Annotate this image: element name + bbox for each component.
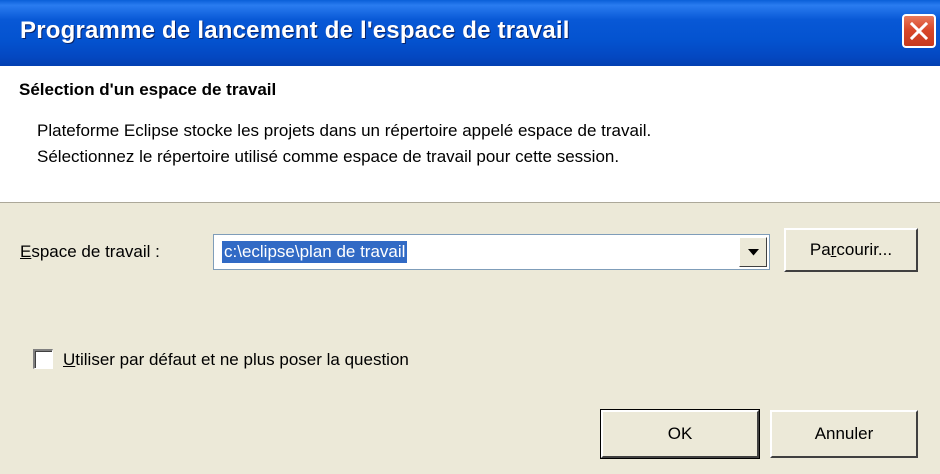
workspace-label: Espace de travail : (20, 242, 160, 262)
launcher-dialog: Programme de lancement de l'espace de tr… (0, 0, 940, 474)
workspace-label-text: space de travail : (31, 242, 160, 261)
ok-button-label: OK (667, 424, 693, 443)
title-bar[interactable]: Programme de lancement de l'espace de tr… (0, 0, 940, 66)
page-title: Sélection d'un espace de travail (19, 80, 277, 99)
use-default-label[interactable]: Utiliser par défaut et ne plus poser la … (63, 350, 409, 370)
workspace-dropdown-button[interactable] (739, 237, 767, 267)
chevron-down-icon (748, 249, 759, 256)
use-default-checkbox[interactable] (33, 349, 53, 369)
cancel-button-label: Annuler (814, 424, 874, 443)
browse-button[interactable]: Parcourir... (784, 228, 918, 272)
use-default-text: tiliser par défaut et ne plus poser la q… (75, 350, 409, 369)
cancel-button[interactable]: Annuler (770, 410, 918, 458)
workspace-path-input[interactable]: c:\eclipse\plan de travail (220, 240, 409, 264)
description-line-1: Plateforme Eclipse stocke les projets da… (37, 121, 652, 140)
ok-button[interactable]: OK (600, 409, 760, 459)
workspace-label-mnemonic: E (20, 242, 32, 261)
description-line-2: Sélectionnez le répertoire utilisé comme… (37, 147, 620, 166)
close-icon (910, 22, 928, 40)
browse-button-label: Parcourir... (809, 240, 893, 259)
use-default-mnemonic: U (63, 350, 76, 369)
header-banner: Sélection d'un espace de travail Platefo… (0, 66, 940, 203)
workspace-combobox[interactable]: c:\eclipse\plan de travail (213, 234, 770, 270)
window-title: Programme de lancement de l'espace de tr… (20, 17, 570, 44)
close-button[interactable] (902, 14, 936, 48)
